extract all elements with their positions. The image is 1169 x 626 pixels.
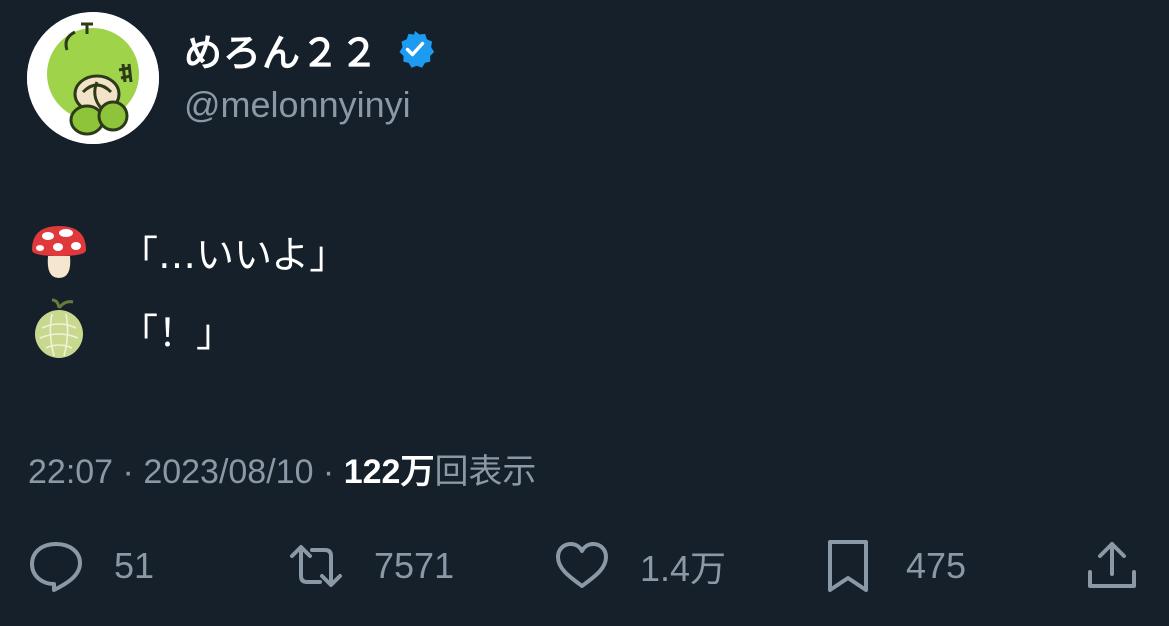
verified-badge-icon[interactable] [395,29,435,69]
user-handle[interactable]: @melonnyinyi [184,84,411,126]
tweet-line-text: 「！」 [120,310,235,355]
avatar[interactable] [27,12,159,144]
tweet-time[interactable]: 22:07 [28,453,113,492]
avatar-image [27,12,159,144]
bookmark-icon [828,540,868,592]
reply-icon [30,542,82,592]
tweet-date[interactable]: 2023/08/10 [143,453,313,492]
reply-count: 51 [114,545,155,586]
display-name[interactable]: めろん２２ [184,22,379,77]
heart-icon [556,542,608,588]
views-label: 回表示 [434,452,537,492]
views-count: 122 [343,453,401,491]
meta-separator: · [113,453,144,491]
like-count: 1.4万 [640,548,727,589]
tweet-line-text: 「…いいよ」 [120,232,348,277]
melon-icon [28,298,90,360]
tweet-line: 「！」 [28,296,347,362]
share-button[interactable] [1084,536,1140,596]
name-row: めろん２２ [184,26,435,75]
tweet-body: 「…いいよ」 「！」 [28,218,347,374]
retweet-icon [290,545,342,587]
mushroom-icon [28,220,90,282]
action-bar: 51 7571 1.4万 475 [0,536,1169,596]
tweet-meta: 22:07 · 2023/08/10 · 122 万回表示 [28,444,536,493]
retweet-count: 7571 [374,545,455,586]
share-icon [1088,542,1136,588]
bookmark-button[interactable]: 475 [820,536,966,596]
views-unit: 万 [400,452,435,492]
meta-separator: · [313,453,344,491]
like-button[interactable]: 1.4万 [554,536,726,596]
bookmark-count: 475 [906,545,967,586]
reply-button[interactable]: 51 [28,536,154,596]
tweet-line: 「…いいよ」 [28,218,347,284]
retweet-button[interactable]: 7571 [288,536,454,596]
